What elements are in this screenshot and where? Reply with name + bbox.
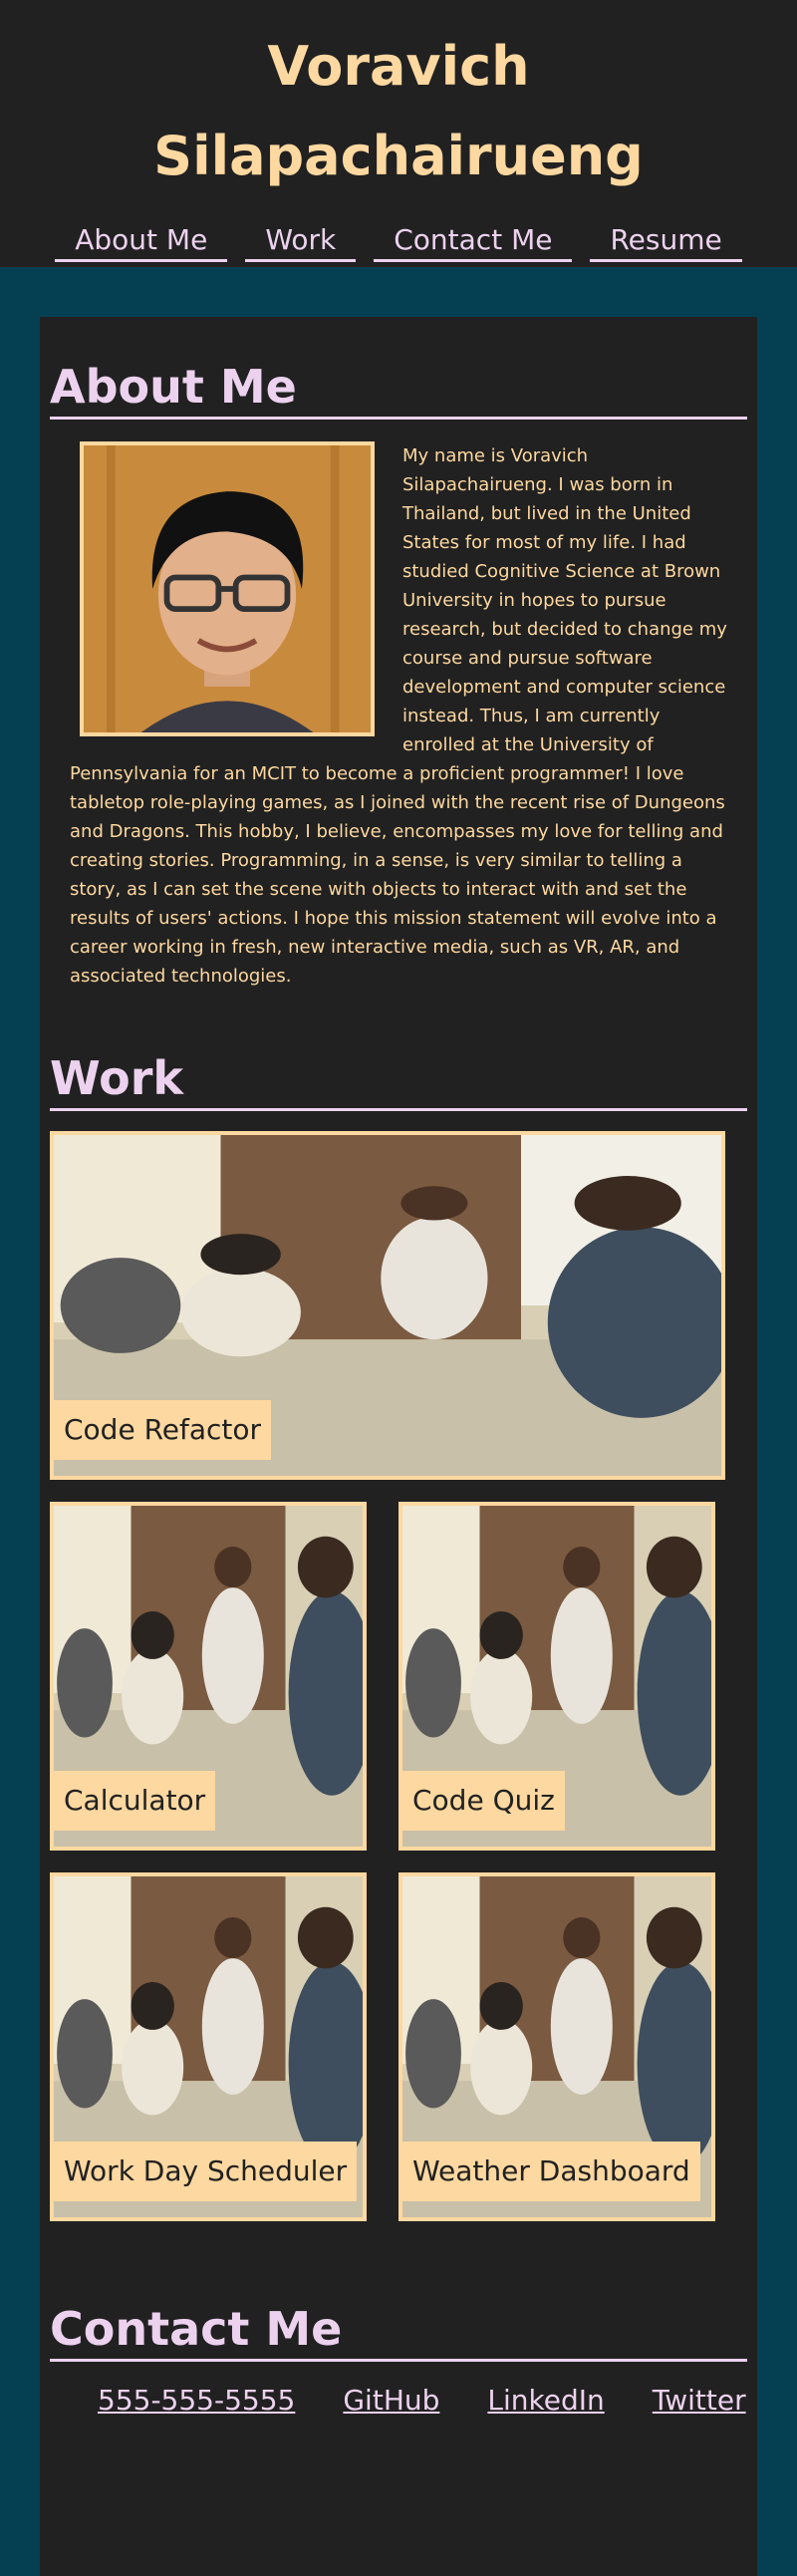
project-card-weather-dashboard[interactable]: Weather Dashboard (398, 1872, 715, 2221)
about-section: About Me My name is Voravich Silapachair… (50, 357, 747, 991)
project-card-code-refactor[interactable]: Code Refactor (50, 1131, 725, 1480)
work-section: Work Code Refactor Calculator Code Quiz … (50, 1048, 747, 2221)
contact-title: Contact Me (50, 2299, 747, 2362)
project-label: Code Quiz (402, 1771, 565, 1831)
project-label: Code Refactor (54, 1400, 272, 1460)
contact-twitter-link[interactable]: Twitter (653, 2384, 746, 2417)
contact-section: Contact Me 555-555-5555 GitHub LinkedIn … (50, 2299, 747, 2417)
work-grid: Code Refactor Calculator Code Quiz Work … (50, 1131, 747, 2221)
project-card-work-day-scheduler[interactable]: Work Day Scheduler (50, 1872, 367, 2221)
main-nav: About Me Work Contact Me Resume (0, 223, 797, 262)
site-header: Voravich Silapachairueng About Me Work C… (0, 0, 797, 267)
contact-phone-link[interactable]: 555-555-5555 (98, 2384, 295, 2417)
project-card-calculator[interactable]: Calculator (50, 1502, 367, 1851)
site-title-line1: Voravich (267, 35, 530, 98)
about-body: My name is Voravich Silapachairueng. I w… (50, 420, 747, 991)
about-title: About Me (50, 357, 747, 420)
profile-photo-art (84, 445, 371, 732)
contact-links: 555-555-5555 GitHub LinkedIn Twitter (50, 2362, 747, 2417)
contact-github-link[interactable]: GitHub (343, 2384, 439, 2417)
profile-photo (80, 441, 375, 736)
work-title: Work (50, 1048, 747, 1111)
nav-work[interactable]: Work (245, 223, 357, 262)
content-panel: About Me My name is Voravich Silapachair… (40, 317, 757, 2576)
site-title: Voravich Silapachairueng (0, 22, 797, 201)
work-row-1: Calculator Code Quiz (50, 1502, 747, 1851)
nav-contact-me[interactable]: Contact Me (374, 223, 573, 262)
site-title-line2: Silapachairueng (153, 125, 644, 187)
contact-linkedin-link[interactable]: LinkedIn (487, 2384, 604, 2417)
work-row-2: Work Day Scheduler Weather Dashboard (50, 1872, 747, 2221)
project-card-code-quiz[interactable]: Code Quiz (398, 1502, 715, 1851)
project-label: Calculator (54, 1771, 216, 1831)
project-label: Weather Dashboard (402, 2142, 700, 2201)
nav-resume[interactable]: Resume (590, 223, 742, 262)
nav-about-me[interactable]: About Me (55, 223, 228, 262)
project-label: Work Day Scheduler (54, 2142, 358, 2201)
